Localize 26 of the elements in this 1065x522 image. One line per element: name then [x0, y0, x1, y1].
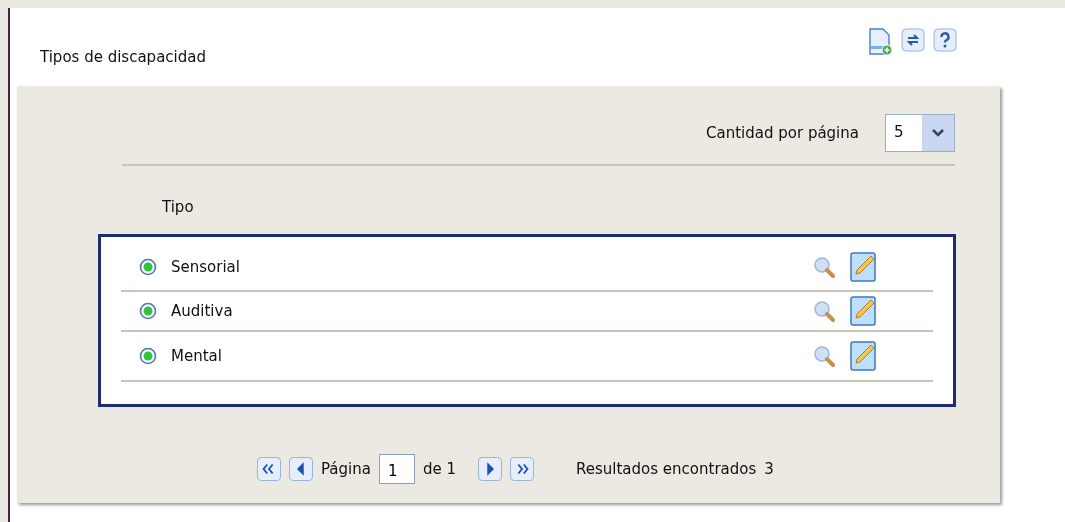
next-page-button[interactable] [478, 457, 502, 481]
table-cell-text: Auditiva [171, 302, 234, 320]
last-page-button[interactable] [510, 457, 534, 481]
magnifier-icon[interactable] [812, 299, 836, 323]
chevron-down-icon [931, 128, 945, 138]
magnifier-icon[interactable] [812, 344, 836, 368]
new-document-icon[interactable] [869, 28, 893, 56]
page-size-label: Cantidad por página [706, 124, 859, 142]
refresh-icon[interactable] [901, 28, 925, 52]
previous-page-button[interactable] [289, 457, 313, 481]
results-label: Resultados encontrados [576, 460, 757, 478]
table-cell-text: Sensorial [171, 257, 241, 276]
edit-icon[interactable] [850, 251, 878, 282]
page-size-select[interactable]: 5 [885, 114, 955, 152]
first-page-button[interactable] [257, 457, 281, 481]
edit-icon[interactable] [850, 296, 878, 326]
page-number-field[interactable]: 1 [378, 454, 415, 484]
column-header: Tipo [162, 198, 194, 216]
page-label: Página [321, 460, 371, 478]
magnifier-icon[interactable] [812, 254, 836, 279]
help-icon[interactable] [933, 28, 957, 52]
edit-icon[interactable] [850, 341, 878, 371]
results-count: 3 [764, 460, 774, 478]
page-count: de 1 [422, 460, 456, 478]
page-title: Tipos de discapacidad [40, 48, 206, 66]
table-cell-text: Mental [171, 347, 223, 365]
